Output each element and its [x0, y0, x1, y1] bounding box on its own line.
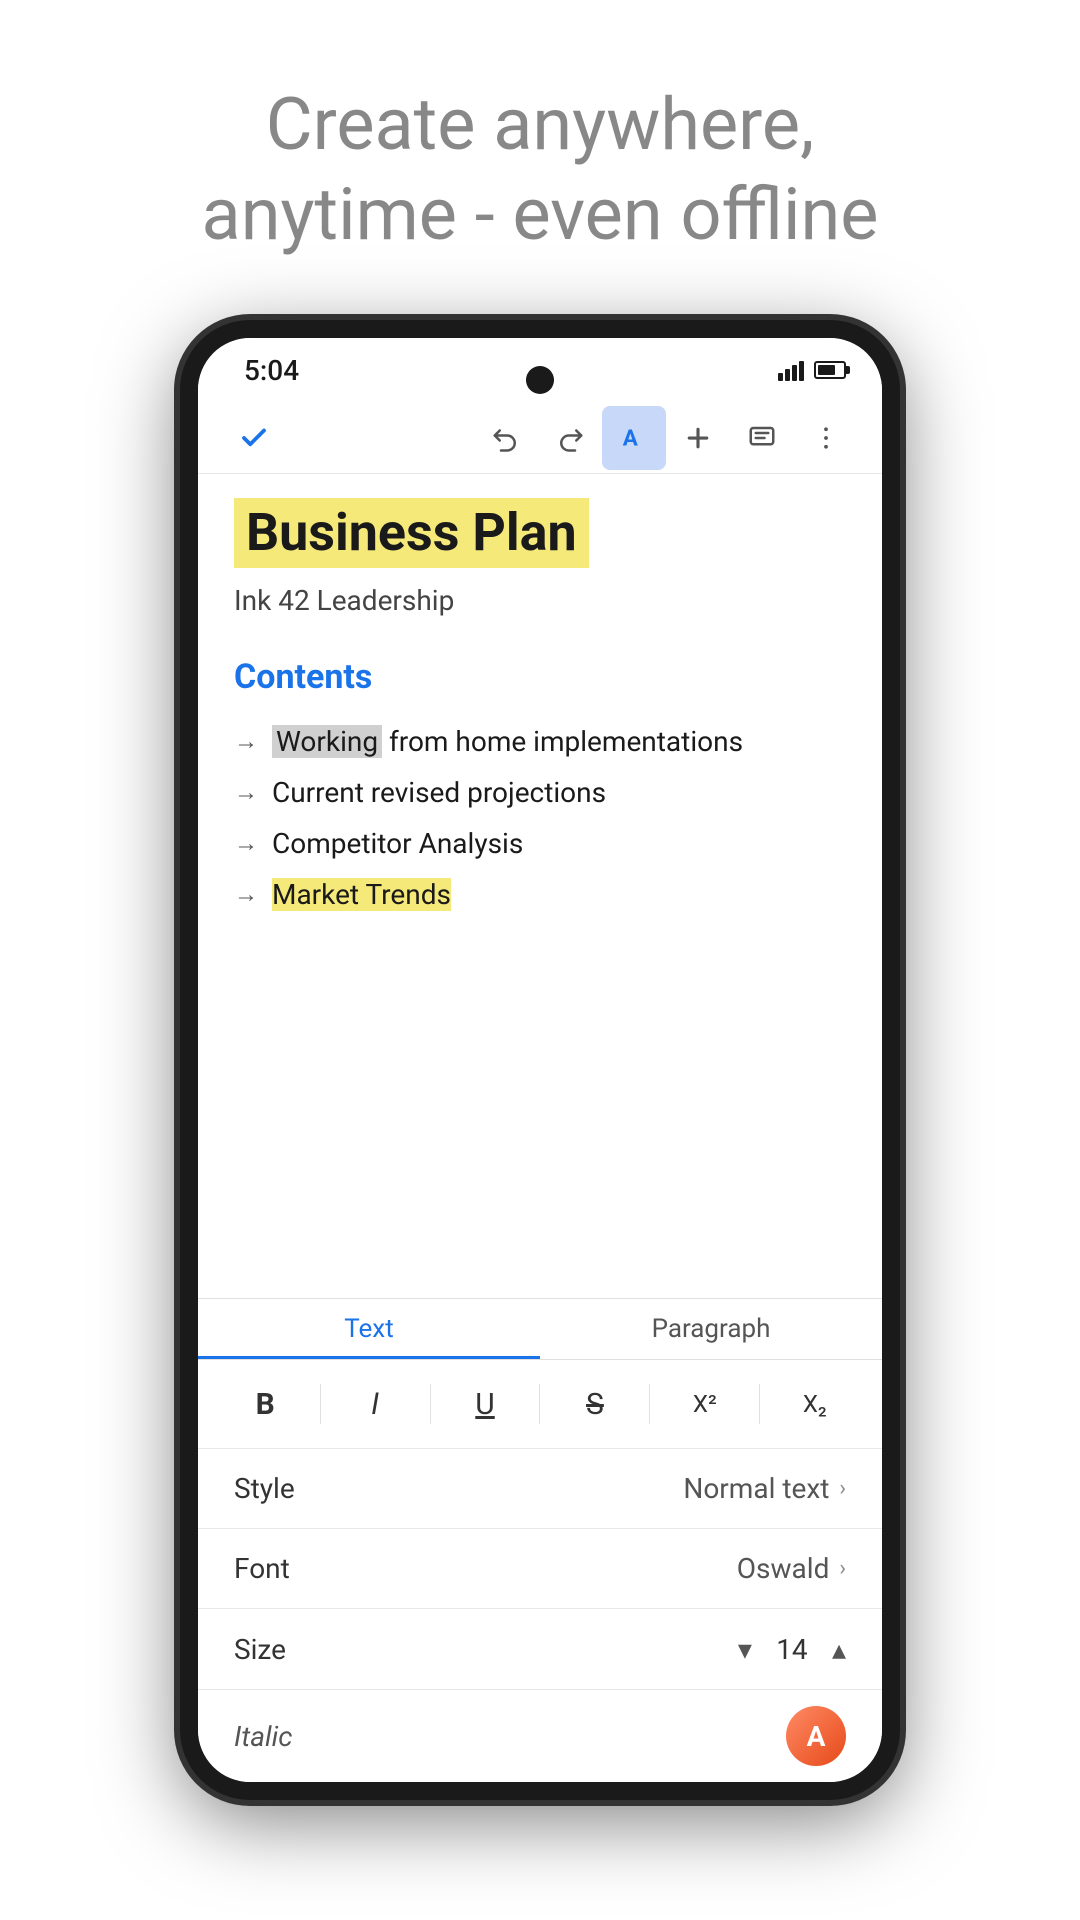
headline-text2: anytime - even offline	[202, 172, 879, 257]
style-value[interactable]: Normal text ›	[683, 1472, 846, 1505]
strikethrough-button[interactable]: S	[563, 1376, 627, 1432]
font-row[interactable]: Font Oswald ›	[198, 1529, 882, 1609]
partial-label: Italic	[234, 1720, 292, 1753]
battery-fill	[818, 365, 835, 375]
list-item: → Market Trends	[234, 878, 846, 911]
arrow-icon: →	[234, 778, 258, 807]
divider	[430, 1384, 431, 1424]
italic-button[interactable]: I	[343, 1376, 407, 1432]
format-tabs: Text Paragraph	[198, 1299, 882, 1360]
headline-text: Create anywhere,	[266, 82, 815, 167]
document-content: Business Plan Ink 42 Leadership Contents…	[198, 474, 882, 1298]
style-label: Style	[234, 1472, 295, 1505]
divider	[649, 1384, 650, 1424]
underline-button[interactable]: U	[453, 1376, 517, 1432]
chevron-right-icon: ›	[839, 1556, 846, 1581]
style-value-text: Normal text	[683, 1472, 829, 1505]
document-subtitle: Ink 42 Leadership	[234, 584, 846, 617]
bottom-partial-row: Italic A	[198, 1689, 882, 1782]
status-icons	[778, 359, 846, 381]
size-increase-button[interactable]: ▴	[832, 1633, 846, 1666]
list-item: → Working from home implementations	[234, 725, 846, 758]
divider	[759, 1384, 760, 1424]
divider	[539, 1384, 540, 1424]
more-button[interactable]	[794, 406, 858, 470]
size-decrease-button[interactable]: ▾	[738, 1633, 752, 1666]
list-item-text: Competitor Analysis	[272, 827, 523, 860]
avatar: A	[786, 1706, 846, 1766]
battery-icon	[814, 361, 846, 379]
redo-button[interactable]	[538, 406, 602, 470]
superscript-button[interactable]: X²	[673, 1376, 737, 1432]
tab-text[interactable]: Text	[198, 1299, 540, 1359]
signal-icon	[778, 359, 804, 381]
font-value-text: Oswald	[737, 1552, 830, 1585]
document-toolbar: A	[198, 402, 882, 474]
size-controls: ▾ 14 ▴	[738, 1633, 846, 1666]
phone-screen: 5:04	[198, 338, 882, 1782]
highlighted-word: Working	[272, 725, 382, 758]
list-item: → Competitor Analysis	[234, 827, 846, 860]
highlighted-word-yellow: Market Trends	[272, 878, 451, 911]
arrow-icon: →	[234, 727, 258, 756]
format-panel: Text Paragraph B I	[198, 1298, 882, 1782]
font-label: Font	[234, 1552, 290, 1585]
bold-button[interactable]: B	[233, 1376, 297, 1432]
chevron-right-icon: ›	[839, 1476, 846, 1501]
comment-button[interactable]	[730, 406, 794, 470]
list-item-text: Working from home implementations	[272, 725, 743, 758]
document-heading: Contents	[234, 657, 846, 697]
phone-shell: 5:04	[180, 320, 900, 1800]
document-list: → Working from home implementations → Cu…	[234, 725, 846, 911]
font-value[interactable]: Oswald ›	[737, 1552, 846, 1585]
list-item-text: Market Trends	[272, 878, 451, 911]
camera-cutout	[526, 366, 554, 394]
size-value: 14	[772, 1633, 812, 1666]
undo-button[interactable]	[474, 406, 538, 470]
list-item: → Current revised projections	[234, 776, 846, 809]
subscript-button[interactable]: X₂	[783, 1376, 847, 1432]
tab-paragraph[interactable]: Paragraph	[540, 1299, 882, 1359]
text-format-button[interactable]: A	[602, 406, 666, 470]
check-button[interactable]	[222, 406, 286, 470]
divider	[320, 1384, 321, 1424]
size-label: Size	[234, 1633, 286, 1666]
list-item-text: Current revised projections	[272, 776, 606, 809]
arrow-icon: →	[234, 880, 258, 909]
format-buttons-row: B I U S X²	[198, 1360, 882, 1449]
status-bar: 5:04	[198, 338, 882, 402]
phone-mockup: 5:04	[180, 320, 900, 1800]
document-title: Business Plan	[234, 498, 589, 568]
svg-text:A: A	[623, 425, 639, 451]
size-row: Size ▾ 14 ▴	[198, 1609, 882, 1689]
status-time: 5:04	[244, 354, 299, 387]
headline: Create anywhere, anytime - even offline	[142, 80, 939, 260]
add-button[interactable]	[666, 406, 730, 470]
arrow-icon: →	[234, 829, 258, 858]
style-row[interactable]: Style Normal text ›	[198, 1449, 882, 1529]
